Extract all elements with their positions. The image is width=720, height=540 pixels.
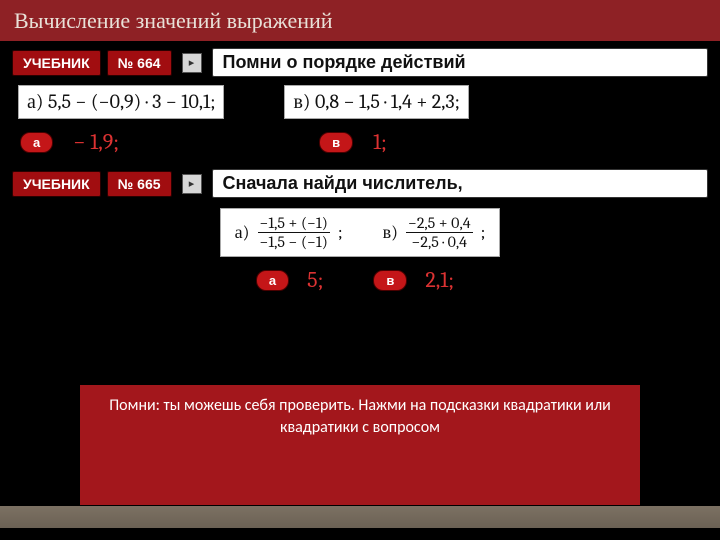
bottom-stripe: [0, 506, 720, 528]
frac-665-v-num: −2,5 + 0,4: [406, 215, 473, 231]
frac-665-a-num: −1,5 + (−1): [258, 215, 330, 231]
task-665-header: УЧЕБНИК № 665 ▸ Сначала найди числитель,: [0, 163, 720, 202]
reminder-box: Помни: ты можешь себя проверить. Нажми н…: [80, 385, 640, 505]
task-664-expressions: а) 5,5 − (−0,9) · 3 − 10,1; в) 0,8 − 1,5…: [0, 81, 720, 119]
frac-665-a-den: −1,5 − (−1): [258, 234, 330, 250]
answer-pill-664-v[interactable]: в: [319, 132, 353, 153]
task-664-answers: а − 1,9; в 1;: [0, 119, 720, 159]
hint-toggle-665[interactable]: ▸: [182, 174, 202, 194]
answer-pill-664-a[interactable]: а: [20, 132, 53, 153]
hint-664: Помни о порядке действий: [212, 48, 708, 77]
semicolon: ;: [338, 222, 343, 243]
hint-665: Сначала найди числитель,: [212, 169, 708, 198]
task-number-665: № 665: [107, 171, 172, 197]
textbook-label-665: УЧЕБНИК: [12, 171, 101, 197]
expr-664-a: а) 5,5 − (−0,9) · 3 − 10,1;: [18, 85, 224, 119]
reminder-text: Помни: ты можешь себя проверить. Нажми н…: [109, 396, 611, 437]
answer-665-v: 2,1;: [425, 267, 454, 293]
task-664-header: УЧЕБНИК № 664 ▸ Помни о порядке действий: [0, 42, 720, 81]
answer-665-a: 5;: [307, 267, 323, 293]
frac-665-v-den: −2,5 · 0,4: [410, 234, 469, 250]
textbook-label-664: УЧЕБНИК: [12, 50, 101, 76]
expr-665-a: а) −1,5 + (−1) −1,5 − (−1) ;: [235, 215, 343, 250]
page-title: Вычисление значений выражений: [14, 8, 333, 33]
task-665-answers: а 5; в 2,1;: [0, 257, 720, 293]
expr-665-v: в) −2,5 + 0,4 −2,5 · 0,4 ;: [383, 215, 486, 250]
answer-pill-665-v[interactable]: в: [373, 270, 407, 291]
frac-665-a-label: а): [235, 222, 250, 243]
answer-664-v: 1;: [373, 129, 387, 155]
task-665-expressions: а) −1,5 + (−1) −1,5 − (−1) ; в) −2,5 + 0…: [0, 202, 720, 257]
frac-665-v-label: в): [383, 222, 398, 243]
task-number-664: № 664: [107, 50, 172, 76]
hint-toggle-664[interactable]: ▸: [182, 53, 202, 73]
answer-pill-665-a[interactable]: а: [256, 270, 289, 291]
answer-664-a: − 1,9;: [73, 129, 119, 155]
expr-664-v: в) 0,8 − 1,5 · 1,4 + 2,3;: [284, 85, 468, 119]
semicolon: ;: [481, 222, 486, 243]
